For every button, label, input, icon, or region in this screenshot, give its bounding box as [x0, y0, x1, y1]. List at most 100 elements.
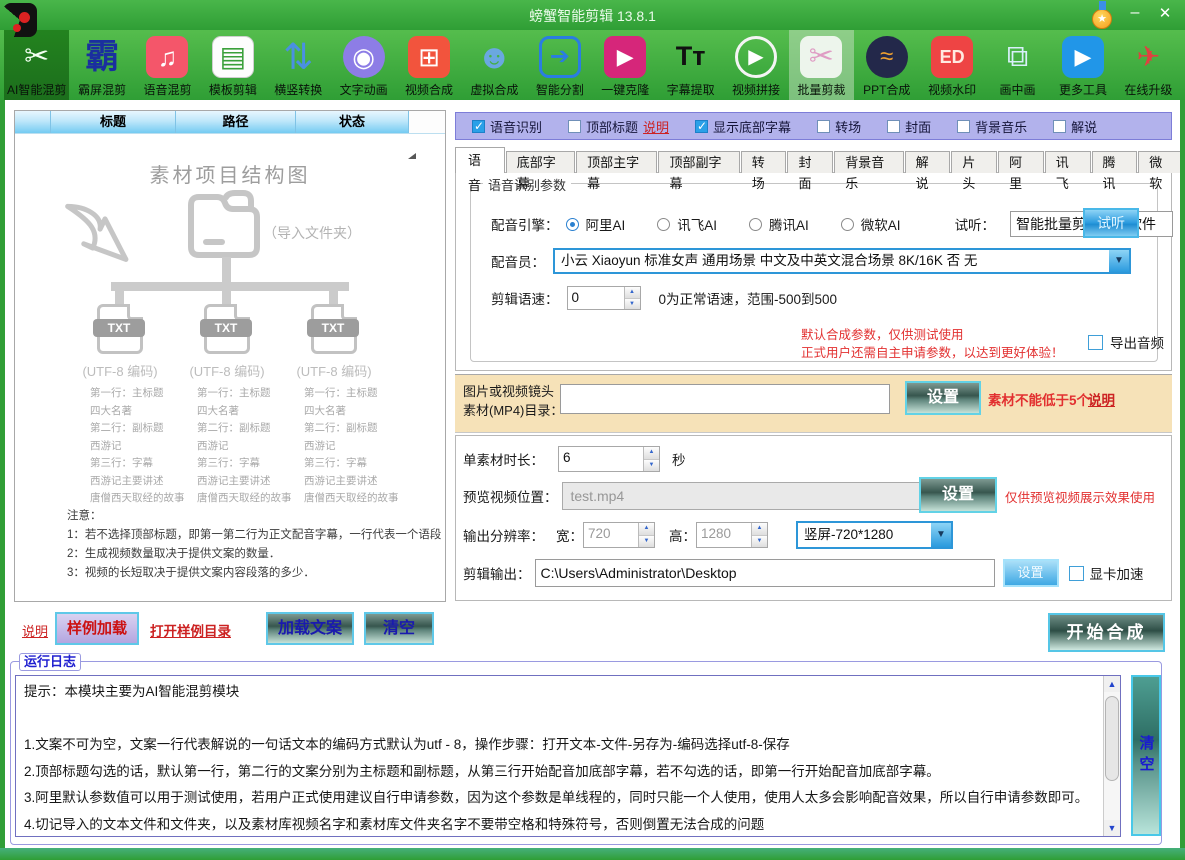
checkbox[interactable] — [568, 120, 581, 133]
tool-voice-mix[interactable]: ♫语音混剪 — [135, 30, 200, 100]
tab-intro[interactable]: 片头 — [951, 151, 997, 173]
option-bgm[interactable]: 背景音乐 — [957, 117, 1027, 136]
radio-tencent-ai[interactable] — [749, 218, 762, 231]
gpu-checkbox[interactable] — [1069, 566, 1084, 581]
tool-more-tools[interactable]: ▶更多工具 — [1050, 30, 1115, 100]
smart-split-icon: ➔ — [539, 36, 581, 78]
spin-down-icon[interactable]: ▼ — [625, 299, 640, 310]
ppt-merge-icon: ≈ — [866, 36, 908, 78]
checkbox[interactable] — [1053, 120, 1066, 133]
width-spinner[interactable]: 720 ▲▼ — [583, 522, 655, 548]
tab-ali[interactable]: 阿里 — [998, 151, 1044, 173]
checkbox[interactable] — [472, 120, 485, 133]
option-cover[interactable]: 封面 — [887, 117, 931, 136]
duration-spinner[interactable]: 6 ▲▼ — [558, 446, 660, 472]
tool-smart-split[interactable]: ➔智能分割 — [527, 30, 592, 100]
tab-top-main-subtitle[interactable]: 顶部主字幕 — [576, 151, 657, 173]
tool-batch-crop[interactable]: ✂批量剪裁 — [789, 30, 854, 100]
tool-ppt-merge[interactable]: ≈PPT合成 — [854, 30, 919, 100]
export-audio-option[interactable]: 导出音频 — [1088, 332, 1164, 352]
checkbox[interactable] — [957, 120, 970, 133]
option-transition[interactable]: 转场 — [817, 117, 861, 136]
tool-rotate-convert[interactable]: ⇅横竖转换 — [266, 30, 331, 100]
speaker-dropdown[interactable]: 小云 Xiaoyun 标准女声 通用场景 中文及中英文混合场景 8K/16K 否… — [553, 248, 1131, 274]
tool-ai-smart-mix[interactable]: ✂AI智能混剪 — [4, 30, 69, 100]
option-show-bottom-subtitle[interactable]: 显示底部字幕 — [695, 117, 791, 136]
tab-narration[interactable]: 解说 — [905, 151, 951, 173]
arrow-icon — [60, 193, 152, 273]
duration-row: 单素材时长： 6 ▲▼ 秒 — [463, 446, 686, 472]
audition-button[interactable]: 试听 — [1083, 208, 1139, 238]
scroll-thumb[interactable] — [1105, 696, 1119, 781]
tab-voice[interactable]: 语音 — [455, 147, 505, 173]
spin-down-icon[interactable]: ▼ — [752, 536, 767, 548]
radio-xunfei-ai[interactable] — [657, 218, 670, 231]
chevron-down-icon[interactable]: ▼ — [931, 523, 951, 547]
tab-tencent[interactable]: 腾讯 — [1092, 151, 1138, 173]
header-path[interactable]: 路径 — [176, 111, 296, 133]
option-voice-recognition[interactable]: 语音识别 — [472, 117, 542, 136]
tool-online-upgrade[interactable]: ✈在线升级 — [1116, 30, 1181, 100]
tool-subtitle-extract[interactable]: Tт字幕提取 — [658, 30, 723, 100]
log-area[interactable]: 提示：本模块主要为AI智能混剪模块 1.文案不可为空，文案一行代表解说的一句话文… — [15, 675, 1121, 837]
spin-up-icon[interactable]: ▲ — [639, 523, 654, 536]
output-set-button[interactable]: 设置 — [1003, 559, 1059, 587]
gpu-acceleration-option[interactable]: 显卡加速 — [1069, 563, 1144, 583]
radio-microsoft-ai[interactable] — [841, 218, 854, 231]
resolution-preset-dropdown[interactable]: 竖屏-720*1280 ▼ — [796, 521, 953, 549]
load-sample-button[interactable]: 样例加载 — [55, 612, 139, 645]
checkbox[interactable] — [817, 120, 830, 133]
chevron-down-icon[interactable]: ▼ — [1109, 250, 1129, 272]
spin-up-icon[interactable]: ▲ — [752, 523, 767, 536]
medal-icon[interactable]: ★ — [1092, 9, 1112, 29]
header-status[interactable]: 状态 — [296, 111, 409, 133]
tool-template-edit[interactable]: ▤模板剪辑 — [200, 30, 265, 100]
tool-watermark[interactable]: ED视频水印 — [919, 30, 984, 100]
tab-bgm[interactable]: 背景音乐 — [834, 151, 903, 173]
spin-up-icon[interactable]: ▲ — [625, 287, 640, 299]
tool-virtual-compose[interactable]: ☻虚拟合成 — [462, 30, 527, 100]
option-top-title[interactable]: 顶部标题说明 — [568, 117, 669, 136]
checkbox[interactable] — [695, 120, 708, 133]
material-dir-input[interactable] — [560, 384, 890, 414]
minimize-button[interactable]: – — [1123, 2, 1147, 26]
header-title[interactable]: 标题 — [51, 111, 176, 133]
tab-xunfei[interactable]: 讯飞 — [1045, 151, 1091, 173]
radio-ali-ai[interactable] — [566, 218, 579, 231]
tool-text-animation[interactable]: ◉文字动画 — [331, 30, 396, 100]
scroll-up-icon[interactable]: ▲ — [1104, 676, 1120, 692]
spin-down-icon[interactable]: ▼ — [644, 460, 659, 472]
material-help-link[interactable]: 说明 — [1088, 389, 1115, 409]
spin-up-icon[interactable]: ▲ — [644, 447, 659, 460]
tab-transition[interactable]: 转场 — [741, 151, 787, 173]
open-sample-dir-link[interactable]: 打开样例目录 — [150, 620, 231, 640]
option-narration[interactable]: 解说 — [1053, 117, 1097, 136]
clear-log-button[interactable]: 清空 — [1131, 675, 1161, 836]
preview-path-input[interactable]: test.mp4 — [562, 482, 924, 510]
export-audio-checkbox[interactable] — [1088, 335, 1103, 350]
tool-video-join[interactable]: ▶视频拼接 — [723, 30, 788, 100]
output-path-input[interactable] — [535, 559, 995, 587]
start-compose-button[interactable]: 开始合成 — [1048, 613, 1165, 652]
tab-cover[interactable]: 封面 — [787, 151, 833, 173]
tab-microsoft[interactable]: 微软 — [1138, 151, 1184, 173]
scroll-down-icon[interactable]: ▼ — [1104, 820, 1120, 836]
load-script-button[interactable]: 加载文案 — [266, 612, 354, 645]
checkbox[interactable] — [887, 120, 900, 133]
material-set-button[interactable]: 设置 — [905, 381, 981, 415]
tool-one-click-clone[interactable]: ▶一键克隆 — [593, 30, 658, 100]
tool-screen-mix[interactable]: 霸霸屏混剪 — [69, 30, 134, 100]
clear-list-button[interactable]: 清空 — [364, 612, 434, 645]
height-spinner[interactable]: 1280 ▲▼ — [696, 522, 768, 548]
tool-pip[interactable]: ⧉画中画 — [985, 30, 1050, 100]
preview-set-button[interactable]: 设置 — [919, 477, 997, 513]
help-link[interactable]: 说明 — [22, 621, 48, 640]
tab-top-sub-subtitle[interactable]: 顶部副字幕 — [658, 151, 739, 173]
tab-bottom-subtitle[interactable]: 底部字幕 — [506, 151, 575, 173]
top-title-help-link[interactable]: 说明 — [643, 117, 669, 136]
close-button[interactable]: ✕ — [1153, 2, 1177, 26]
speed-spinner[interactable]: 0 ▲▼ — [567, 286, 641, 310]
log-scrollbar[interactable]: ▲ ▼ — [1103, 676, 1120, 836]
tool-video-merge[interactable]: ⊞视频合成 — [396, 30, 461, 100]
spin-down-icon[interactable]: ▼ — [639, 536, 654, 548]
